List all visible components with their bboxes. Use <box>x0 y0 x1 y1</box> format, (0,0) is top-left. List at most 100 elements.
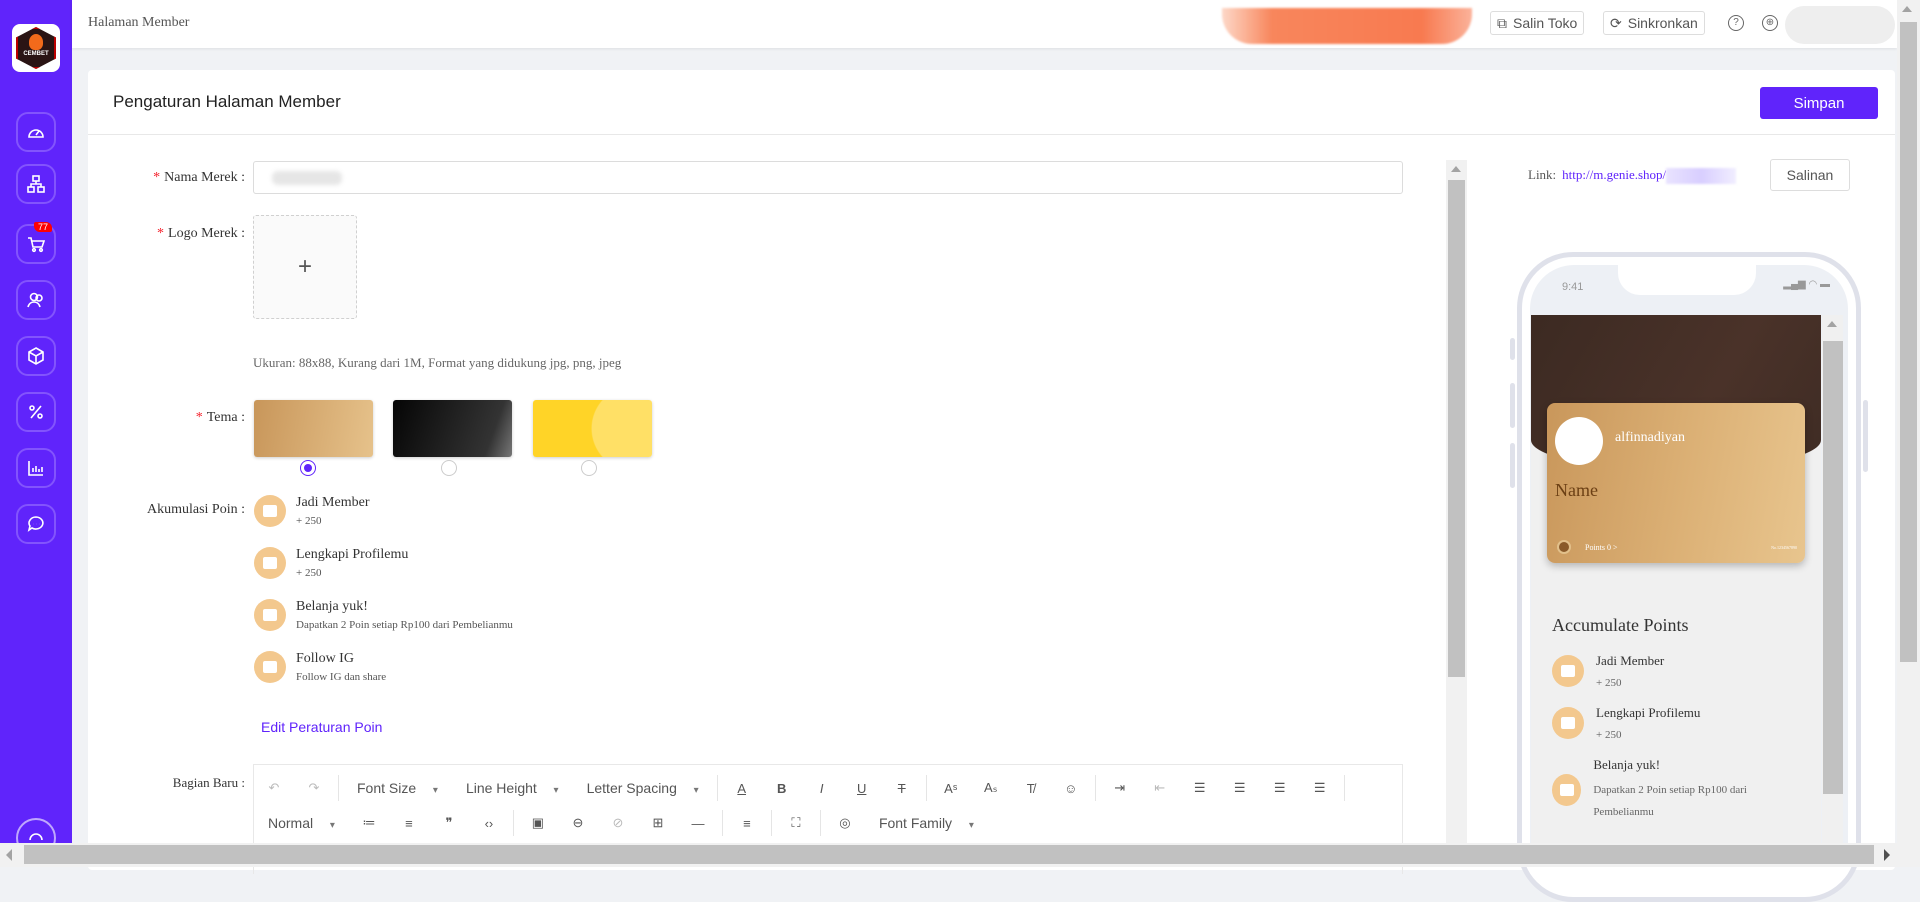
points-item: Belanja yuk! Dapatkan 2 Poin setiap Rp100… <box>254 599 513 631</box>
code-icon[interactable]: ‹› <box>469 816 509 831</box>
heading-dropdown[interactable]: Normal <box>268 815 335 831</box>
sync-button[interactable]: ⟳ Sinkronkan <box>1603 11 1705 35</box>
preview-points-list: Jadi Member + 250 Lengkapi Profilemu + 250… <box>1552 653 1792 823</box>
form-scrollbar[interactable] <box>1446 160 1467 867</box>
card-name: Name <box>1555 480 1598 500</box>
font-size-dropdown[interactable]: Font Size <box>357 780 438 796</box>
superscript-icon[interactable]: Aˢ <box>931 781 971 796</box>
language-globe-icon[interactable]: ⊕ <box>1762 15 1778 31</box>
save-button[interactable]: Simpan <box>1760 87 1878 119</box>
preview-point-item: Lengkapi Profilemu + 250 <box>1552 705 1792 741</box>
percent-icon <box>29 405 43 419</box>
theme-yellow-swatch[interactable] <box>533 400 652 457</box>
window-horizontal-scrollbar[interactable] <box>0 843 1920 867</box>
bullet-list-icon[interactable]: ≔ <box>349 815 389 831</box>
fullscreen-icon[interactable]: ⛶ <box>776 815 816 831</box>
sidebar-item-orders[interactable]: 77 <box>16 222 56 264</box>
line-format-icon[interactable]: ≡ <box>727 816 767 831</box>
points-link: Points 0 > <box>1585 543 1618 552</box>
italic-icon[interactable]: I <box>802 781 842 796</box>
help-icon[interactable]: ? <box>1728 15 1744 31</box>
phone-notch <box>1618 265 1756 295</box>
page-title: Pengaturan Halaman Member <box>113 92 341 111</box>
numbered-list-icon[interactable]: ≡ <box>389 816 429 831</box>
sync-icon: ⟳ <box>1610 14 1622 31</box>
store-logo[interactable]: CEMBET <box>12 24 60 72</box>
theme-black-radio[interactable] <box>441 460 457 476</box>
justify-icon[interactable]: ☰ <box>1300 780 1340 796</box>
preview-point-item: Belanja yuk! Dapatkan 2 Poin setiap Rp100… <box>1552 757 1792 823</box>
sidebar-item-members[interactable] <box>16 280 56 320</box>
member-card-icon <box>254 495 286 527</box>
horizontal-rule-icon[interactable]: — <box>678 816 718 831</box>
signal-battery-icon: ▂▄▆ ◠ ▬ <box>1783 279 1830 290</box>
unlink-icon[interactable]: ⊘ <box>598 815 638 831</box>
logo-hint: Ukuran: 88x88, Kurang dari 1M, Format ya… <box>253 355 622 370</box>
strikethrough-icon[interactable]: T <box>882 781 922 796</box>
theme-black-swatch[interactable] <box>393 400 512 457</box>
edit-point-rules-link[interactable]: Edit Peraturan Poin <box>261 719 382 735</box>
cart-icon <box>28 237 46 253</box>
align-right-icon[interactable]: ☰ <box>1260 780 1300 796</box>
redo-icon[interactable]: ↷ <box>294 780 334 796</box>
sidebar-item-reports[interactable] <box>16 448 56 488</box>
quote-icon[interactable]: ❞ <box>429 815 469 831</box>
sidebar-item-organization[interactable] <box>16 164 56 204</box>
chart-icon <box>28 461 43 476</box>
member-link-url[interactable]: http://m.genie.shop/ <box>1562 167 1737 185</box>
line-height-dropdown[interactable]: Line Height <box>466 780 559 796</box>
redacted-account[interactable] <box>1785 6 1895 44</box>
crown-icon <box>1557 540 1571 554</box>
indent-icon[interactable]: ⇥ <box>1100 780 1140 796</box>
brand-name-label: * Nama Merek : <box>153 170 245 185</box>
order-count-badge: 77 <box>33 222 52 232</box>
points-list: Jadi Member + 250 Lengkapi Profilemu + 250… <box>254 495 513 683</box>
status-time: 9:41 <box>1562 281 1584 293</box>
brand-name-input[interactable] <box>253 161 1403 194</box>
align-center-icon[interactable]: ☰ <box>1220 780 1260 796</box>
preview-eye-icon[interactable]: ◎ <box>825 815 865 831</box>
align-left-icon[interactable]: ☰ <box>1180 780 1220 796</box>
underline-icon[interactable]: U <box>842 781 882 796</box>
logo-upload[interactable]: + <box>253 215 357 319</box>
letter-spacing-dropdown[interactable]: Letter Spacing <box>587 780 699 796</box>
bold-icon[interactable]: B <box>762 781 802 796</box>
theme-gold-swatch[interactable] <box>254 400 373 457</box>
box-icon <box>28 347 44 365</box>
phone-scrollbar[interactable] <box>1822 315 1843 845</box>
member-card-icon <box>1552 655 1584 687</box>
sidebar-item-promotions[interactable] <box>16 392 56 432</box>
sidebar: CEMBET 77 <box>0 0 72 858</box>
clipboard-edit-icon <box>1552 707 1584 739</box>
link-icon[interactable]: ⊖ <box>558 815 598 831</box>
subscript-icon[interactable]: Aₛ <box>971 780 1011 796</box>
theme-yellow-radio[interactable] <box>581 460 597 476</box>
font-color-icon[interactable]: A <box>722 781 762 796</box>
sidebar-item-messages[interactable] <box>16 504 56 544</box>
username: alfinnadiyan <box>1615 430 1685 445</box>
redacted-store-name <box>1222 8 1472 44</box>
emoji-icon[interactable]: ☺ <box>1051 781 1091 796</box>
gift-icon <box>254 651 286 683</box>
card-number: No.1234567890 <box>1771 545 1797 550</box>
editor-toolbar-row-2: Normal ≔≡❞‹› ▣⊖⊘⊞— ≡⛶ ◎ Font Family <box>254 810 988 836</box>
outdent-icon[interactable]: ⇤ <box>1140 780 1180 796</box>
window-vertical-scrollbar[interactable] <box>1897 0 1920 843</box>
sidebar-item-dashboard[interactable] <box>16 112 56 152</box>
undo-icon[interactable]: ↶ <box>254 780 294 796</box>
image-icon[interactable]: ▣ <box>518 815 558 831</box>
accumulate-points-title: Accumulate Points <box>1552 615 1689 635</box>
clipboard-edit-icon <box>254 547 286 579</box>
font-family-dropdown[interactable]: Font Family <box>879 815 974 831</box>
phone-content: alfinnadiyan Name Points 0 > No.12345678… <box>1531 315 1821 845</box>
copy-store-button[interactable]: ⧉ Salin Toko <box>1490 11 1585 35</box>
sidebar-item-products[interactable] <box>16 336 56 376</box>
card-header: Pengaturan Halaman Member Simpan <box>88 70 1895 135</box>
dashboard-icon <box>28 129 44 138</box>
avatar <box>1555 417 1603 465</box>
table-icon[interactable]: ⊞ <box>638 815 678 831</box>
clear-format-icon[interactable]: T̸ <box>1011 781 1051 796</box>
points-label: Akumulasi Poin : <box>146 502 245 517</box>
copy-link-button[interactable]: Salinan <box>1770 159 1850 191</box>
theme-gold-radio[interactable] <box>300 460 316 476</box>
